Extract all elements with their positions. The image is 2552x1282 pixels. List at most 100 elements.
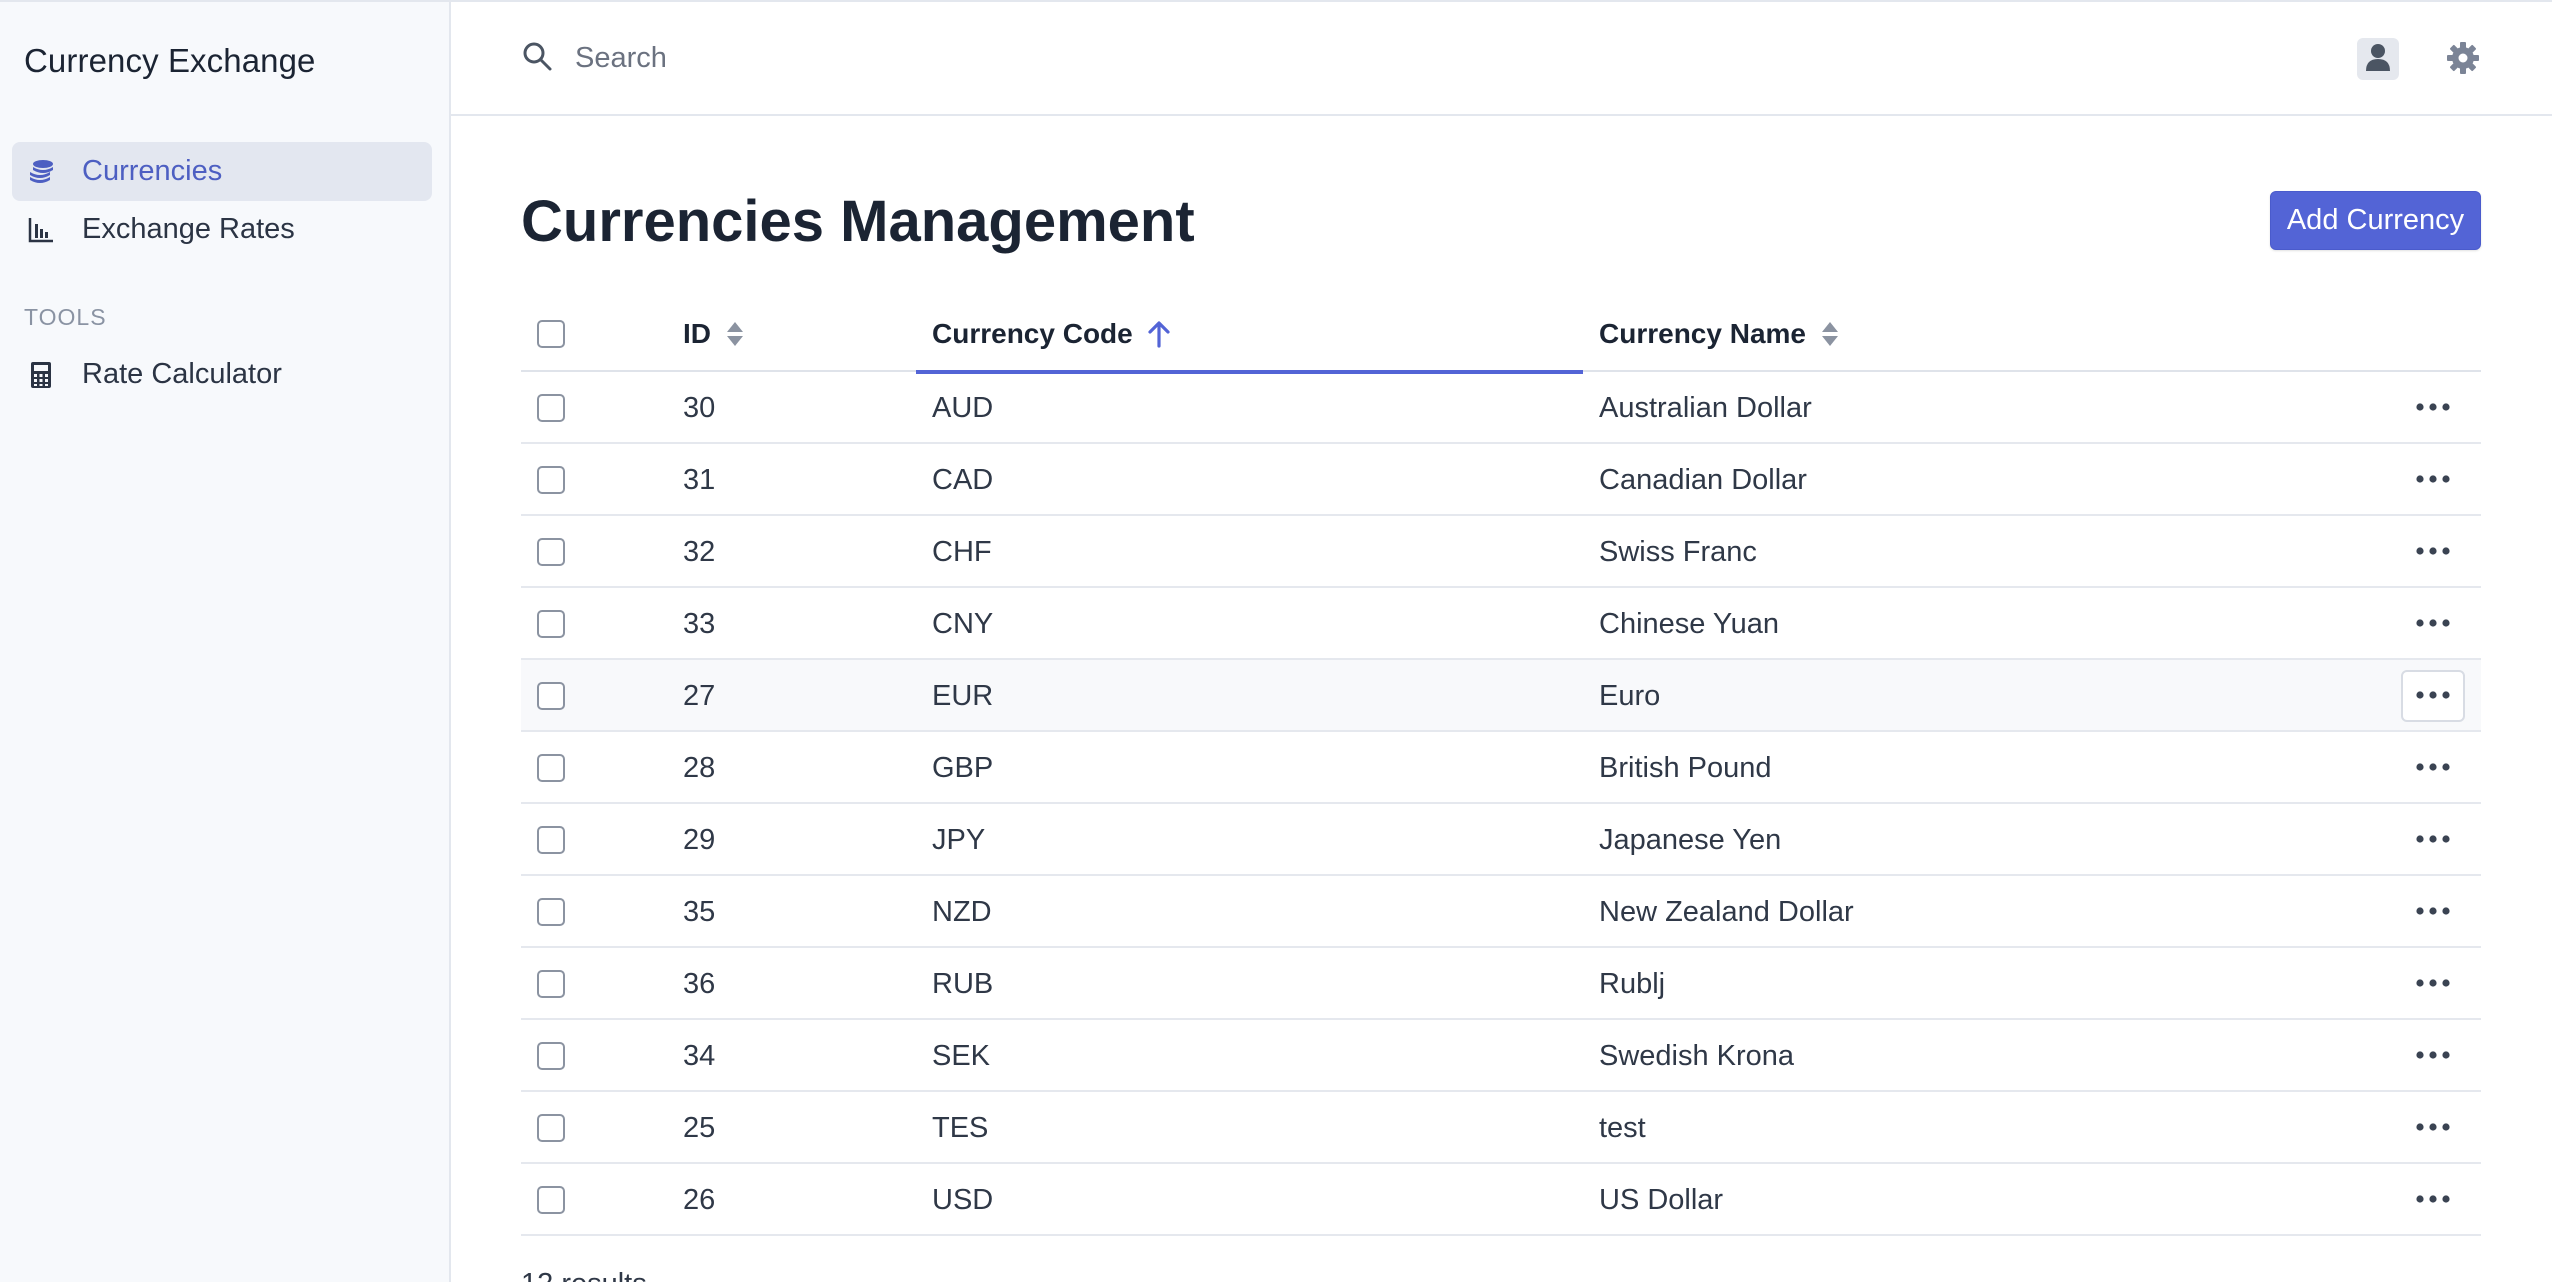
table-row[interactable]: 31 CAD Canadian Dollar — [521, 444, 2481, 516]
more-horizontal-icon — [2415, 615, 2451, 633]
sort-ascending-icon — [1147, 320, 1171, 348]
sidebar-item-label: Currencies — [82, 155, 223, 187]
select-all-cell — [537, 296, 565, 372]
app-title: Currency Exchange — [24, 42, 316, 79]
row-checkbox[interactable] — [537, 1042, 565, 1070]
more-horizontal-icon — [2415, 1119, 2451, 1137]
table-row[interactable]: 29 JPY Japanese Yen — [521, 804, 2481, 876]
cell-id: 33 — [683, 607, 716, 640]
cell-currency-code: CHF — [932, 535, 992, 568]
row-actions-button[interactable] — [2401, 382, 2465, 434]
cell-id: 27 — [683, 679, 716, 712]
cell-currency-name: Canadian Dollar — [1599, 463, 1807, 496]
row-actions-button[interactable] — [2401, 454, 2465, 506]
row-checkbox[interactable] — [537, 610, 565, 638]
row-checkbox[interactable] — [537, 754, 565, 782]
column-header-currency-code[interactable]: Currency Code — [916, 296, 1583, 374]
table-row[interactable]: 27 EUR Euro — [521, 660, 2481, 732]
row-checkbox[interactable] — [537, 826, 565, 854]
calculator-icon — [26, 360, 56, 390]
search-icon — [521, 40, 553, 77]
cell-id: 26 — [683, 1183, 716, 1216]
more-horizontal-icon — [2415, 1191, 2451, 1209]
search-input[interactable] — [575, 42, 1375, 75]
cell-currency-name: British Pound — [1599, 751, 1772, 784]
row-checkbox[interactable] — [537, 682, 565, 710]
cell-currency-code: CAD — [932, 463, 994, 496]
user-button[interactable] — [2357, 38, 2399, 80]
row-actions-button[interactable] — [2401, 958, 2465, 1010]
row-select-cell — [537, 516, 565, 588]
cell-currency-name: US Dollar — [1599, 1183, 1724, 1216]
sidebar-item-currencies[interactable]: Currencies — [12, 142, 432, 201]
cell-currency-name: Euro — [1599, 679, 1661, 712]
row-checkbox[interactable] — [537, 466, 565, 494]
table-row[interactable]: 35 NZD New Zealand Dollar — [521, 876, 2481, 948]
cell-id: 35 — [683, 895, 716, 928]
more-horizontal-icon — [2415, 1047, 2451, 1065]
table-row[interactable]: 36 RUB Rublj — [521, 948, 2481, 1020]
row-actions-button[interactable] — [2401, 886, 2465, 938]
coins-icon — [26, 157, 56, 187]
more-horizontal-icon — [2415, 975, 2451, 993]
select-all-checkbox[interactable] — [537, 320, 565, 348]
cell-id: 25 — [683, 1111, 716, 1144]
column-label: Currency Code — [932, 318, 1133, 349]
cell-currency-name: Japanese Yen — [1599, 823, 1782, 856]
cell-id: 30 — [683, 391, 716, 424]
currencies-table: ID Currency Code Currency Name 30 AUD Aust… — [521, 296, 2481, 1236]
row-select-cell — [537, 444, 565, 516]
table-row[interactable]: 33 CNY Chinese Yuan — [521, 588, 2481, 660]
table-row[interactable]: 34 SEK Swedish Krona — [521, 1020, 2481, 1092]
cell-currency-code: CNY — [932, 607, 994, 640]
cell-id: 36 — [683, 967, 716, 1000]
row-checkbox[interactable] — [537, 394, 565, 422]
table-row[interactable]: 32 CHF Swiss Franc — [521, 516, 2481, 588]
cell-currency-name: New Zealand Dollar — [1599, 895, 1854, 928]
table-row[interactable]: 25 TES test — [521, 1092, 2481, 1164]
table-header: ID Currency Code Currency Name — [521, 296, 2481, 374]
row-select-cell — [537, 876, 565, 948]
more-horizontal-icon — [2415, 759, 2451, 777]
row-actions-button[interactable] — [2401, 1102, 2465, 1154]
row-actions-button[interactable] — [2401, 526, 2465, 578]
table-row[interactable]: 28 GBP British Pound — [521, 732, 2481, 804]
table-row[interactable]: 30 AUD Australian Dollar — [521, 372, 2481, 444]
cell-id: 34 — [683, 1039, 716, 1072]
cell-currency-code: EUR — [932, 679, 994, 712]
page-title: Currencies Management — [521, 189, 1195, 254]
column-header-id[interactable]: ID — [683, 296, 745, 372]
more-horizontal-icon — [2415, 687, 2451, 705]
row-checkbox[interactable] — [537, 1114, 565, 1142]
cell-currency-code: SEK — [932, 1039, 991, 1072]
cell-currency-name: Swiss Franc — [1599, 535, 1757, 568]
sidebar-item-rate-calculator[interactable]: Rate Calculator — [12, 345, 432, 404]
cell-currency-name: Chinese Yuan — [1599, 607, 1780, 640]
more-horizontal-icon — [2415, 831, 2451, 849]
row-actions-button[interactable] — [2401, 814, 2465, 866]
row-checkbox[interactable] — [537, 970, 565, 998]
row-actions-button[interactable] — [2401, 598, 2465, 650]
row-actions-button[interactable] — [2401, 670, 2465, 722]
row-checkbox[interactable] — [537, 1186, 565, 1214]
sidebar-item-exchange-rates[interactable]: Exchange Rates — [12, 200, 432, 259]
cell-id: 29 — [683, 823, 716, 856]
row-checkbox[interactable] — [537, 538, 565, 566]
column-header-currency-name[interactable]: Currency Name — [1599, 296, 1840, 372]
cell-currency-name: Australian Dollar — [1599, 391, 1812, 424]
row-select-cell — [537, 732, 565, 804]
settings-button[interactable] — [2443, 40, 2483, 80]
row-actions-button[interactable] — [2401, 1030, 2465, 1082]
table-row[interactable]: 26 USD US Dollar — [521, 1164, 2481, 1236]
row-actions-button[interactable] — [2401, 1174, 2465, 1226]
cell-id: 28 — [683, 751, 716, 784]
row-select-cell — [537, 1164, 565, 1236]
row-checkbox[interactable] — [537, 898, 565, 926]
cell-currency-code: JPY — [932, 823, 986, 856]
row-select-cell — [537, 1092, 565, 1164]
sidebar-item-label: Exchange Rates — [82, 213, 295, 245]
row-actions-button[interactable] — [2401, 742, 2465, 794]
more-horizontal-icon — [2415, 903, 2451, 921]
topbar — [451, 0, 2552, 116]
add-currency-button[interactable]: Add Currency — [2270, 191, 2481, 250]
